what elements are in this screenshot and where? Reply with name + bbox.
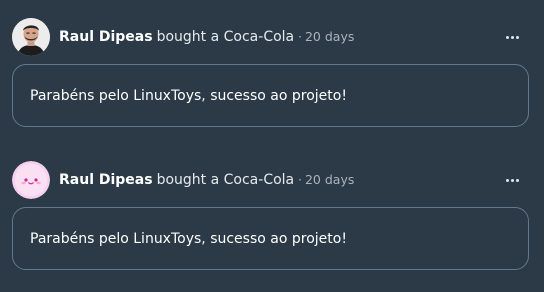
- post-title: Raul Dipeas bought a Coca-Cola · 20 days: [59, 28, 354, 46]
- message-bubble: Parabéns pelo LinuxToys, sucesso ao proj…: [12, 64, 529, 127]
- support-message: Parabéns pelo LinuxToys, sucesso ao proj…: [30, 230, 347, 247]
- pink-smiley-avatar-icon: [12, 161, 50, 199]
- post-time: 20 days: [304, 29, 355, 44]
- supporter-name[interactable]: Raul Dipeas: [59, 171, 153, 189]
- feed-post: Raul Dipeas bought a Coca-Cola · 20 days…: [0, 0, 544, 130]
- separator-dot: ·: [298, 30, 302, 44]
- message-bubble: Parabéns pelo LinuxToys, sucesso ao proj…: [12, 207, 529, 270]
- avatar[interactable]: [12, 18, 50, 56]
- more-options-button[interactable]: [501, 170, 523, 190]
- purchase-action: bought a Coca-Cola: [156, 29, 295, 45]
- separator-dot: ·: [298, 173, 302, 187]
- more-options-button[interactable]: [501, 27, 523, 47]
- post-header: Raul Dipeas bought a Coca-Cola · 20 days: [12, 18, 532, 56]
- supporter-name[interactable]: Raul Dipeas: [59, 28, 153, 46]
- feed-post: Raul Dipeas bought a Coca-Cola · 20 days…: [0, 143, 544, 273]
- user-photo-avatar-icon: [12, 18, 50, 56]
- post-header: Raul Dipeas bought a Coca-Cola · 20 days: [12, 161, 532, 199]
- purchase-action: bought a Coca-Cola: [156, 172, 295, 188]
- support-message: Parabéns pelo LinuxToys, sucesso ao proj…: [30, 87, 347, 104]
- more-horizontal-icon: [505, 35, 509, 39]
- post-title: Raul Dipeas bought a Coca-Cola · 20 days: [59, 171, 354, 189]
- post-time: 20 days: [304, 172, 355, 187]
- avatar[interactable]: [12, 161, 50, 199]
- more-horizontal-icon: [505, 178, 509, 182]
- support-feed: Raul Dipeas bought a Coca-Cola · 20 days…: [0, 0, 544, 292]
